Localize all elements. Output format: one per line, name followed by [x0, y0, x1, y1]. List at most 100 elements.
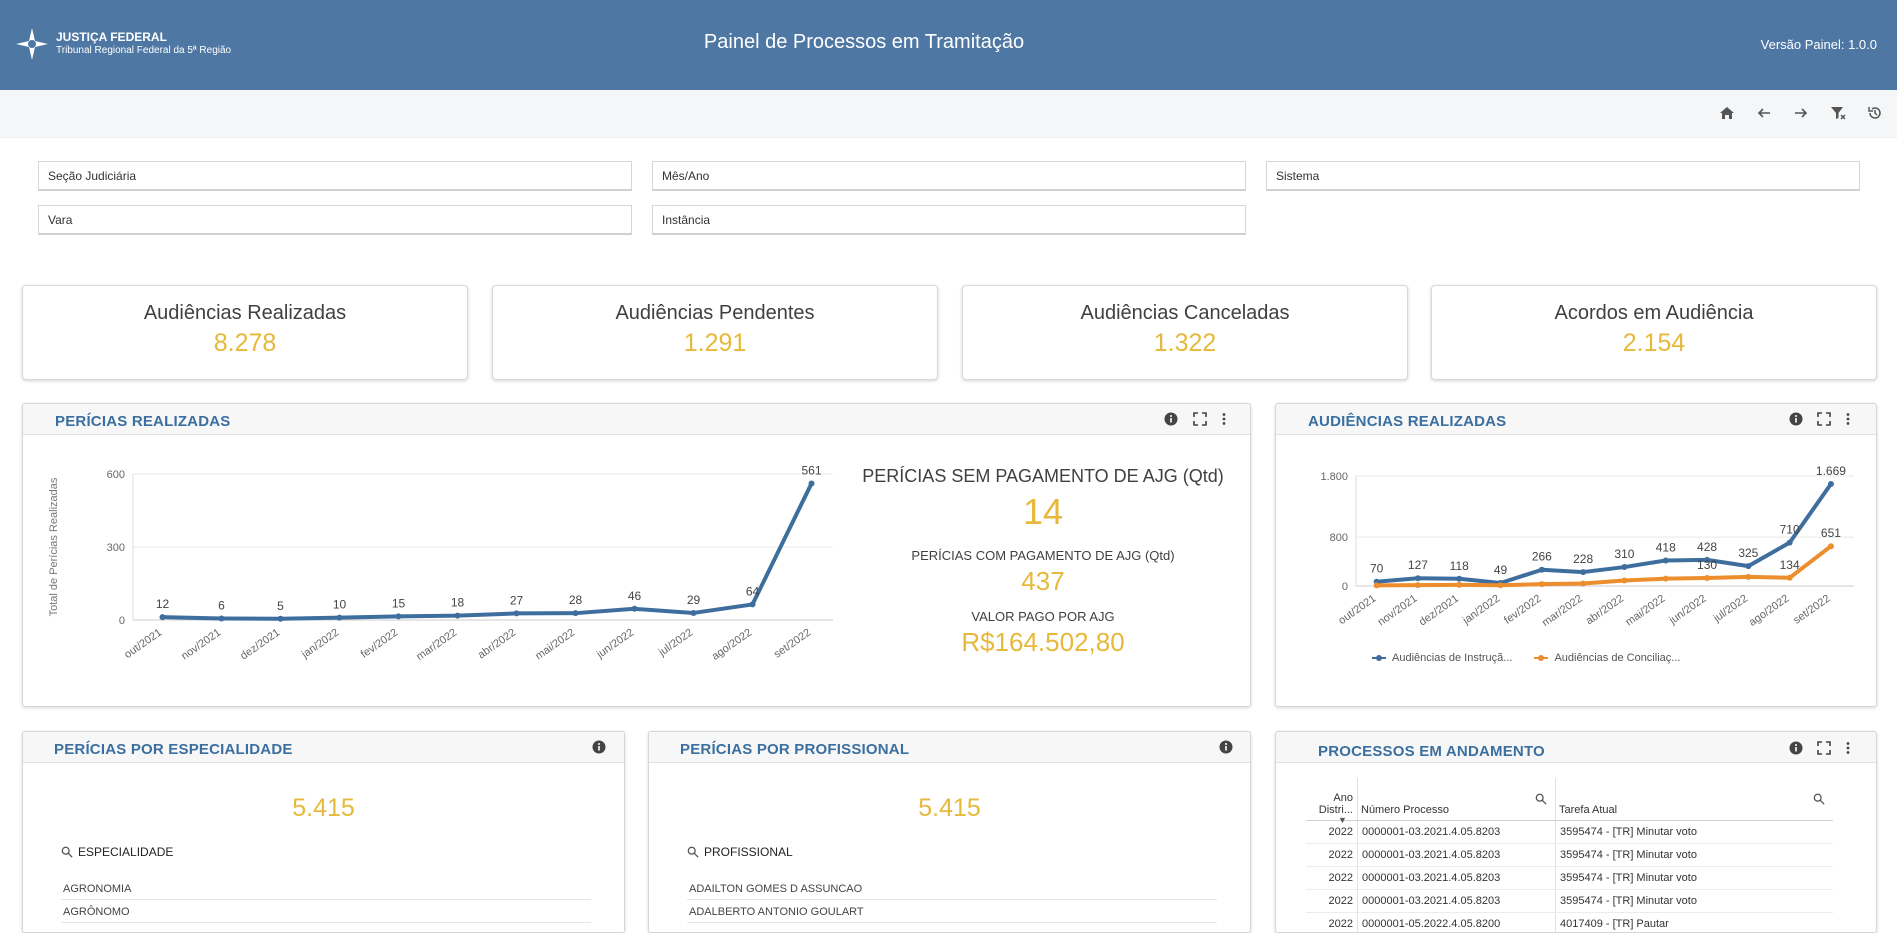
back-icon: [1756, 105, 1772, 121]
panel-title: AUDIÊNCIAS REALIZADAS: [1308, 413, 1506, 430]
x-tick-label: ago/2022: [1747, 593, 1791, 629]
list-item[interactable]: AGRONOMIA: [61, 878, 591, 900]
kpi-audiencias-canceladas[interactable]: Audiências Canceladas 1.322: [962, 285, 1408, 380]
info-button[interactable]: [591, 739, 607, 755]
filter-vara[interactable]: Vara: [38, 205, 632, 235]
info-button[interactable]: [1788, 411, 1804, 427]
column-header-especialidade[interactable]: ESPECIALIDADE: [61, 845, 173, 859]
more-vertical-icon: [1841, 412, 1855, 426]
data-point: [1828, 543, 1834, 549]
filter-sistema[interactable]: Sistema: [1266, 161, 1860, 191]
filter-secao-judiciaria[interactable]: Seção Judiciária: [38, 161, 632, 191]
stat-value: R$164.502,80: [843, 627, 1243, 658]
data-label: 325: [1738, 546, 1758, 560]
expand-icon: [1817, 741, 1831, 755]
data-label: 64: [746, 584, 760, 598]
legend-item[interactable]: Audiências de Instruçã...: [1392, 652, 1512, 664]
data-point: [1415, 575, 1421, 581]
cell-ano: 2022: [1306, 890, 1358, 913]
data-point: [750, 601, 756, 607]
expand-button[interactable]: [1192, 411, 1208, 427]
back-button[interactable]: [1753, 102, 1775, 124]
column-header-profissional[interactable]: PROFISSIONAL: [687, 845, 793, 859]
list-item[interactable]: AGRÔNOMO: [61, 901, 591, 923]
data-label: 27: [510, 593, 524, 607]
kpi-value: 1.322: [963, 329, 1407, 358]
y-tick-label: 1.800: [1320, 471, 1348, 483]
list-item[interactable]: ADAILTON GOMES D ASSUNCAO: [687, 878, 1217, 900]
version-label: Versão Painel: 1.0.0: [1761, 37, 1877, 52]
data-point: [1374, 582, 1380, 588]
history-button[interactable]: [1864, 102, 1886, 124]
data-label: 5: [277, 599, 284, 613]
data-point: [219, 616, 225, 622]
column-header-numero-processo[interactable]: Número Processo: [1358, 778, 1556, 821]
table-header-row: Ano Distri... ▼ Número Processo Tarefa A…: [1306, 778, 1833, 821]
page-title: Painel de Processos em Tramitação: [0, 31, 1728, 54]
expand-button[interactable]: [1816, 740, 1832, 756]
column-label: Ano Distri...: [1319, 792, 1353, 816]
expand-button[interactable]: [1816, 411, 1832, 427]
data-point: [809, 480, 815, 486]
data-point: [1745, 574, 1751, 580]
info-button[interactable]: [1163, 411, 1179, 427]
more-button[interactable]: [1840, 411, 1856, 427]
info-button[interactable]: [1218, 739, 1234, 755]
cell-tarefa: 3595474 - [TR] Minutar voto: [1556, 844, 1834, 867]
column-header-ano[interactable]: Ano Distri... ▼: [1306, 778, 1358, 821]
kpi-audiencias-pendentes[interactable]: Audiências Pendentes 1.291: [492, 285, 938, 380]
table-row[interactable]: 20220000001-03.2021.4.05.82033595474 - […: [1306, 844, 1833, 867]
forward-button[interactable]: [1790, 102, 1812, 124]
stat-value: 14: [843, 491, 1243, 533]
kpi-audiencias-realizadas[interactable]: Audiências Realizadas 8.278: [22, 285, 468, 380]
home-icon: [1719, 105, 1735, 121]
panel-audiencias-realizadas: AUDIÊNCIAS REALIZADAS 08001.800out/2021n…: [1275, 403, 1877, 707]
x-tick-label: fev/2022: [1502, 593, 1543, 627]
data-label: 46: [628, 589, 642, 603]
search-icon: [61, 846, 73, 858]
list-item[interactable]: ADALBERTO ANTONIO GOULART: [687, 901, 1217, 923]
info-button[interactable]: [1788, 740, 1804, 756]
y-tick-label: 800: [1330, 532, 1348, 544]
more-button[interactable]: [1216, 411, 1232, 427]
clear-filter-icon: [1830, 105, 1846, 121]
data-label: 651: [1821, 526, 1841, 540]
cell-tarefa: 3595474 - [TR] Minutar voto: [1556, 821, 1834, 844]
kpi-acordos-em-audiencia[interactable]: Acordos em Audiência 2.154: [1431, 285, 1877, 380]
data-label: 12: [156, 597, 170, 611]
table-row[interactable]: 20220000001-03.2021.4.05.82033595474 - […: [1306, 890, 1833, 913]
series-line: [163, 483, 812, 618]
filter-instancia[interactable]: Instância: [652, 205, 1246, 235]
search-icon[interactable]: [1535, 793, 1547, 805]
column-header-tarefa-atual[interactable]: Tarefa Atual: [1556, 778, 1834, 821]
x-tick-label: abr/2022: [476, 627, 518, 662]
x-tick-label: jun/2022: [594, 627, 636, 662]
kpi-value: 2.154: [1432, 329, 1876, 358]
data-point: [1663, 576, 1669, 582]
stat-label: PERÍCIAS COM PAGAMENTO DE AJG (Qtd): [843, 548, 1243, 563]
x-tick-label: nov/2021: [179, 627, 223, 663]
clear-filters-button[interactable]: [1827, 102, 1849, 124]
table-row[interactable]: 20220000001-03.2021.4.05.82033595474 - […: [1306, 867, 1833, 890]
x-tick-label: mar/2022: [414, 627, 459, 663]
more-button[interactable]: [1840, 740, 1856, 756]
x-tick-label: out/2021: [122, 627, 164, 661]
filter-mes-ano[interactable]: Mês/Ano: [652, 161, 1246, 191]
data-point: [691, 610, 697, 616]
x-tick-label: jan/2022: [1460, 593, 1502, 628]
kpi-label: Audiências Canceladas: [963, 302, 1407, 325]
cell-numero: 0000001-03.2021.4.05.8203: [1358, 867, 1556, 890]
x-tick-label: set/2022: [772, 627, 813, 661]
data-point: [1663, 557, 1669, 563]
y-tick-label: 600: [107, 469, 125, 481]
panel-header: AUDIÊNCIAS REALIZADAS: [1276, 404, 1876, 435]
data-label: 134: [1780, 558, 1800, 572]
kpi-value: 8.278: [23, 329, 467, 358]
legend-item[interactable]: Audiências de Conciliaç...: [1554, 652, 1680, 664]
search-icon[interactable]: [1813, 793, 1825, 805]
data-point: [1415, 582, 1421, 588]
table-row[interactable]: 20220000001-03.2021.4.05.82033595474 - […: [1306, 821, 1833, 844]
home-button[interactable]: [1716, 102, 1738, 124]
y-tick-label: 0: [119, 615, 125, 627]
expand-icon: [1817, 412, 1831, 426]
